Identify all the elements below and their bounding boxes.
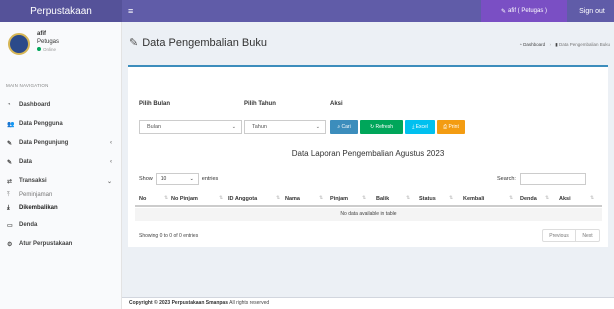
user-menu-label: afif ( Petugas ) (508, 8, 548, 14)
entries-select[interactable]: 10 ⌄ (155, 173, 199, 185)
empty-table-message: No data available in table (135, 208, 602, 221)
cari-button[interactable]: ⌕ Cari (330, 120, 358, 134)
sidebar-item-data-pengguna[interactable]: 👥 Data Pengguna (0, 117, 122, 131)
column-header[interactable]: Kembali (463, 196, 484, 202)
column-header[interactable]: Pinjam (330, 196, 348, 202)
breadcrumb-current: Data Pengembalian Buku (558, 42, 610, 47)
table-info: Showing 0 to 0 of 0 entries (139, 233, 199, 239)
table-search: Search: (497, 173, 586, 185)
sidebar-item-atur-perpustakaan[interactable]: ⚙ Atur Perpustakaan (0, 237, 122, 251)
sort-icon: ⇅ (219, 195, 224, 201)
sort-icon: ⇅ (509, 195, 514, 201)
sort-icon: ⇅ (164, 195, 169, 201)
main-content: ✎ Data Pengembalian Buku ◔ Dashboard › ▮ … (122, 22, 614, 297)
action-label: Aksi (330, 101, 343, 107)
sort-icon: ⇅ (406, 195, 411, 201)
column-header[interactable]: Denda (520, 196, 537, 202)
sidebar-subitem-peminjaman[interactable]: ⤒ Peminjaman (0, 189, 122, 201)
footer: Copyright © 2023 Perpustakaan Smanpas Al… (122, 297, 614, 309)
sort-icon: ⇅ (545, 195, 550, 201)
refresh-button[interactable]: ↻ Refresh (360, 120, 403, 134)
edit-icon: ✎ (129, 37, 139, 49)
column-header[interactable]: ID Anggota (228, 196, 257, 202)
user-menu[interactable]: ✎ afif ( Petugas ) (481, 0, 567, 22)
user-name: afif (37, 31, 46, 37)
print-button[interactable]: ⎙ Print (437, 120, 465, 134)
sort-icon: ⇅ (362, 195, 367, 201)
download-icon: ⤓ (7, 204, 10, 211)
column-header[interactable]: No Pinjam (171, 196, 198, 202)
sidebar-toggle-icon[interactable]: ≡ (128, 5, 133, 17)
user-panel: afif Petugas Online (8, 30, 118, 62)
brand-logo[interactable]: Perpustakaan (0, 0, 122, 22)
previous-button[interactable]: Previous (543, 230, 576, 241)
month-select[interactable]: Bulan ⌄ (139, 120, 242, 134)
report-title: Data Laporan Pengembalian Agustus 2023 (291, 149, 445, 158)
dashboard-icon: ◔ (519, 42, 522, 47)
sort-icon: ⇅ (590, 195, 595, 201)
sort-icon: ⇅ (319, 195, 324, 201)
sidebar-item-data[interactable]: ✎ Data ‹ (0, 155, 122, 169)
money-icon: ▭ (7, 222, 13, 229)
chevron-down-icon: ⌄ (231, 124, 236, 130)
sidebar-subitem-dikembalikan[interactable]: ⤓ Dikembalikan (0, 202, 122, 214)
pagination: Previous Next (542, 229, 600, 242)
dashboard-icon: ◔ (7, 102, 11, 108)
status-badge: Online (37, 47, 56, 52)
next-button[interactable]: Next (576, 230, 599, 241)
chevron-left-icon: ‹ (110, 159, 112, 165)
avatar (8, 33, 30, 55)
online-dot-icon (37, 47, 41, 51)
column-header[interactable]: Balik (376, 196, 389, 202)
edit-icon: ✎ (500, 8, 506, 15)
signout-button[interactable]: Sign out (570, 0, 614, 22)
page-title: ✎ Data Pengembalian Buku (129, 37, 267, 49)
top-navbar: Perpustakaan ≡ ✎ afif ( Petugas ) Sign o… (0, 0, 614, 22)
sort-icon: ⇅ (276, 195, 281, 201)
column-header[interactable]: Nama (285, 196, 300, 202)
sort-icon: ⇅ (449, 195, 454, 201)
chevron-down-icon: ⌄ (315, 124, 320, 130)
month-label: Pilih Bulan (139, 101, 171, 107)
sidebar-item-transaksi[interactable]: ⇄ Transaksi ⌄ (0, 174, 122, 188)
excel-button[interactable]: ⤓ Excel (405, 120, 435, 134)
chevron-down-icon: ⌄ (189, 176, 194, 182)
edit-icon: ✎ (7, 159, 13, 166)
column-header[interactable]: Aksi (559, 196, 571, 202)
users-icon: 👥 (7, 121, 15, 128)
year-select[interactable]: Tahun ⌄ (244, 120, 326, 134)
gears-icon: ⚙ (7, 241, 13, 248)
sidebar-item-denda[interactable]: ▭ Denda (0, 218, 122, 232)
column-header[interactable]: No (139, 196, 146, 202)
year-label: Pilih Tahun (244, 101, 276, 107)
search-input[interactable] (519, 173, 586, 185)
entries-length: Show 10 ⌄ entries (139, 173, 218, 185)
nav-header: MAIN NAVIGATION (6, 83, 49, 88)
chevron-down-icon: ⌄ (106, 178, 112, 185)
chevron-left-icon: ‹ (110, 140, 112, 146)
breadcrumb-home[interactable]: Dashboard (523, 42, 545, 47)
table-header: No ⇅ No Pinjam ⇅ ID Anggota ⇅ Nama ⇅ Pin… (135, 192, 602, 207)
column-header[interactable]: Status (419, 196, 436, 202)
rights-text: All rights reserved (229, 300, 270, 306)
edit-icon: ✎ (7, 140, 13, 147)
book-icon: ▮ (555, 42, 558, 47)
breadcrumb: ◔ Dashboard › ▮ Data Pengembalian Buku (519, 42, 610, 47)
exchange-icon: ⇄ (7, 178, 13, 185)
sidebar-item-dashboard[interactable]: ◔ Dashboard (0, 98, 122, 112)
copyright-text: Copyright © 2023 Perpustakaan Smanpas (129, 300, 228, 306)
sidebar: afif Petugas Online MAIN NAVIGATION ◔ Das… (0, 22, 122, 309)
report-box: Pilih Bulan Bulan ⌄ Pilih Tahun Tahun ⌄ … (128, 65, 608, 247)
user-role: Petugas (37, 39, 60, 45)
upload-icon: ⤒ (7, 191, 10, 198)
sidebar-item-data-pengunjung[interactable]: ✎ Data Pengunjung ‹ (0, 136, 122, 150)
